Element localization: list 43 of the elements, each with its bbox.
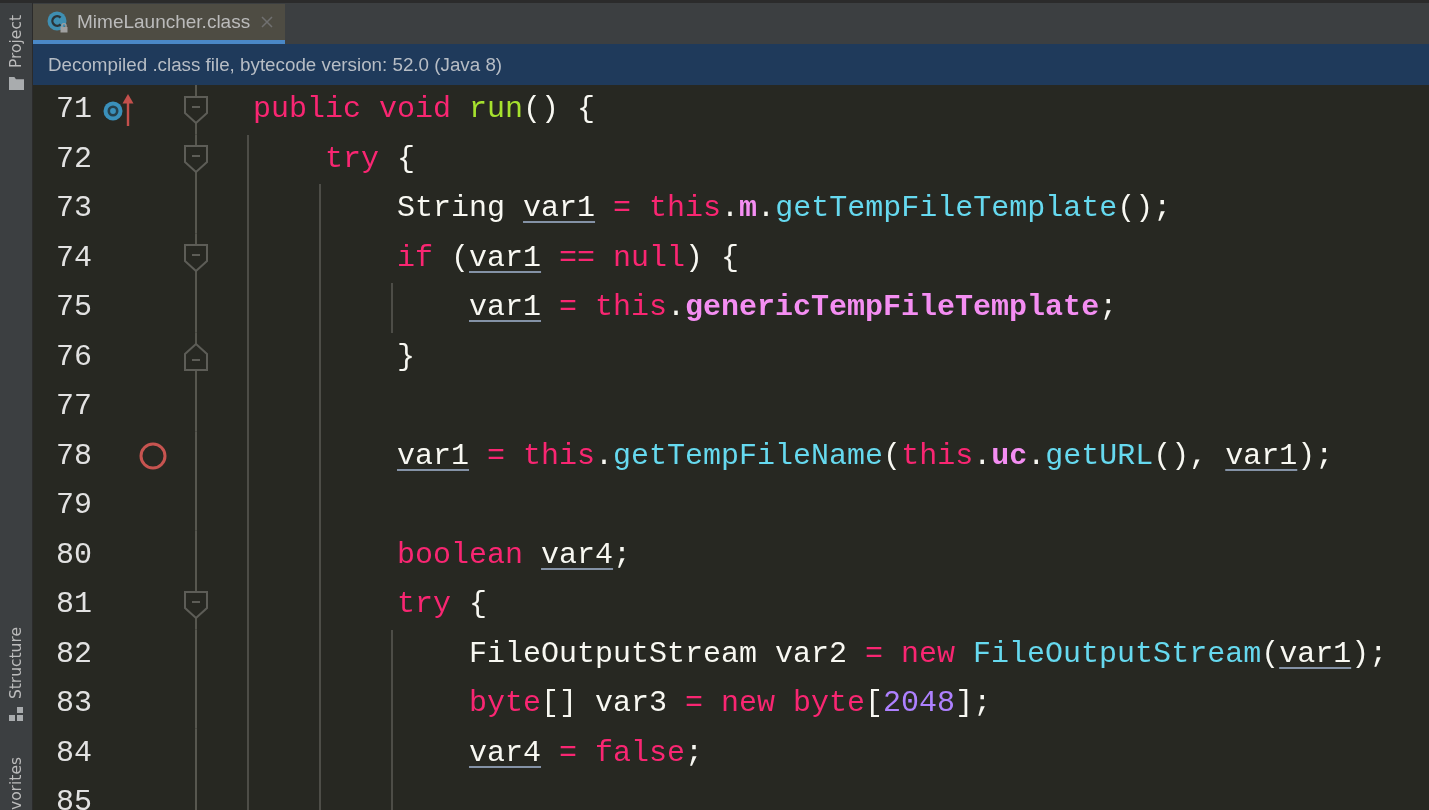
line-number: 78 bbox=[56, 437, 92, 475]
code-line: FileOutputStream var2 = new FileOutputStream(var1); bbox=[469, 635, 1388, 673]
class-icon bbox=[47, 11, 69, 33]
tool-window-button[interactable]: vorites bbox=[3, 752, 29, 810]
line-number: 77 bbox=[56, 388, 92, 425]
line-number: 71 bbox=[56, 91, 92, 128]
ring-arrow-icon[interactable] bbox=[103, 92, 135, 127]
code-line: try { bbox=[397, 586, 488, 623]
fold-icon[interactable] bbox=[184, 343, 208, 372]
folder-icon bbox=[8, 76, 24, 91]
code-line: public void run() { bbox=[253, 91, 596, 128]
fold-icon[interactable] bbox=[184, 244, 208, 273]
code-line: var1 = this.genericTempFileTemplate; bbox=[469, 289, 1118, 326]
close-icon[interactable] bbox=[261, 16, 274, 28]
code-line: } bbox=[397, 338, 415, 376]
line-number: 73 bbox=[56, 190, 92, 227]
notice-text: Decompiled .class file, bytecode version: 52.0 (Java 8) bbox=[48, 53, 503, 76]
code-line: var1 = this.getTempFileName(this.uc.getURL(), var1); bbox=[397, 437, 1334, 475]
tool-window-button[interactable]: Project bbox=[3, 3, 29, 97]
file-tab[interactable]: MimeLauncher.class bbox=[33, 4, 286, 44]
code-line: try { bbox=[325, 140, 416, 178]
line-number: 80 bbox=[56, 536, 92, 574]
line-number: 79 bbox=[56, 487, 92, 524]
line-number: 82 bbox=[56, 635, 92, 673]
fold-icon[interactable] bbox=[184, 145, 208, 174]
line-number: 72 bbox=[56, 140, 92, 178]
line-number: 85 bbox=[56, 784, 92, 810]
code-line: byte[] var3 = new byte[2048]; bbox=[469, 685, 992, 722]
line-number: 74 bbox=[56, 239, 92, 277]
code-line: String var1 = this.m.getTempFileTemplate(); bbox=[397, 190, 1172, 227]
structure-icon bbox=[9, 706, 23, 721]
breakpoint-icon[interactable] bbox=[139, 442, 167, 471]
line-number: 81 bbox=[56, 586, 92, 623]
code-line: if (var1 == null) { bbox=[397, 239, 740, 277]
line-number: 75 bbox=[56, 289, 92, 326]
code-line: var4 = false; bbox=[469, 734, 704, 772]
fold-icon[interactable] bbox=[184, 95, 208, 124]
fold-icon[interactable] bbox=[184, 590, 208, 619]
line-number: 76 bbox=[56, 338, 92, 376]
tool-window-button[interactable]: Structure bbox=[3, 614, 29, 727]
code-line: boolean var4; bbox=[397, 536, 632, 574]
line-number: 83 bbox=[56, 685, 92, 722]
line-number: 84 bbox=[56, 734, 92, 772]
